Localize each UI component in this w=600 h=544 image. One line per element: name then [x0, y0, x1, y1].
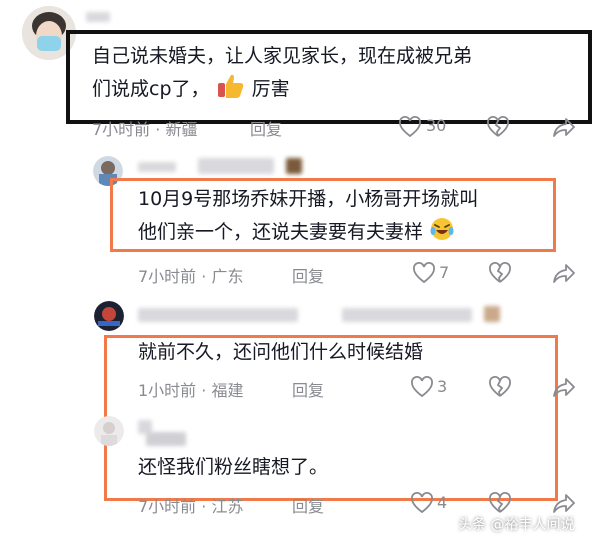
username-redacted [86, 12, 110, 22]
share-arrow-icon[interactable] [552, 116, 576, 142]
comment-text: 还怪我们粉丝瞎想了。 [138, 451, 328, 484]
comment-line-wrap: 他们亲一个，还说夫妻要有夫妻样 [138, 216, 478, 253]
comment-time: 7小时前 [138, 267, 197, 286]
comment-line-wrap: 们说成cp了， 厉害 [92, 73, 472, 110]
thumbs-up-icon [216, 73, 246, 110]
comment-location: 广东 [211, 267, 244, 286]
meta-separator: · [201, 267, 207, 286]
comment-meta: 7小时前 · 新疆 [92, 116, 197, 140]
reply-button[interactable]: 回复 [250, 116, 282, 140]
reply-button[interactable]: 回复 [292, 377, 324, 401]
comment-meta: 7小时前 · 广东 [138, 263, 243, 287]
comment-line: 还怪我们粉丝瞎想了。 [138, 456, 329, 478]
comment-location: 江苏 [211, 497, 244, 516]
comment-location: 新疆 [165, 120, 198, 139]
meta-separator: · [201, 497, 207, 516]
username-redacted [138, 162, 176, 172]
share-arrow-icon[interactable] [552, 376, 576, 402]
comment-suffix: 厉害 [251, 78, 290, 100]
avatar[interactable] [94, 416, 124, 446]
comment-line: 就前不久，还问他们什么时候结婚 [138, 341, 424, 363]
badge-redacted [484, 306, 500, 322]
comment-text: 10月9号那场乔妹开播，小杨哥开场就叫 他们亲一个，还说夫妻要有夫妻样 [138, 183, 478, 253]
comment-meta: 7小时前 · 江苏 [138, 493, 243, 517]
meta-separator: · [155, 120, 161, 139]
heart-icon[interactable] [410, 492, 434, 518]
comment-time: 7小时前 [138, 497, 197, 516]
comment-line: 自己说未婚夫，让人家见家长，现在成被兄弟 [92, 45, 473, 67]
comment-time: 7小时前 [92, 120, 151, 139]
username-redacted [146, 432, 186, 446]
meta-separator: · [201, 381, 207, 400]
broken-heart-icon[interactable] [486, 116, 510, 142]
reply-button[interactable]: 回复 [292, 263, 324, 287]
like-count: 3 [437, 377, 448, 396]
broken-heart-icon[interactable] [488, 262, 512, 288]
laughing-emoji-icon [429, 216, 455, 253]
heart-icon[interactable] [398, 116, 422, 142]
comment-text: 就前不久，还问他们什么时候结婚 [138, 336, 423, 369]
comment-line: 们说成cp了， [92, 78, 210, 100]
share-arrow-icon[interactable] [552, 262, 576, 288]
heart-icon[interactable] [412, 262, 436, 288]
watermark: 头条 @裕丰人间说 [458, 517, 575, 533]
like-count: 30 [426, 116, 447, 135]
badge-redacted [286, 158, 302, 174]
comment-meta: 1小时前 · 福建 [138, 377, 243, 401]
broken-heart-icon[interactable] [488, 376, 512, 402]
like-count: 7 [439, 263, 450, 282]
reply-button[interactable]: 回复 [292, 493, 324, 517]
like-count: 4 [437, 493, 448, 512]
username-redacted [198, 158, 274, 174]
username-redacted [342, 308, 472, 322]
comment-text: 自己说未婚夫，让人家见家长，现在成被兄弟 们说成cp了， 厉害 [92, 40, 472, 110]
avatar[interactable] [94, 301, 124, 331]
heart-icon[interactable] [410, 376, 434, 402]
username-redacted [138, 308, 298, 322]
comment-time: 1小时前 [138, 381, 197, 400]
comment-line: 他们亲一个，还说夫妻要有夫妻样 [138, 221, 424, 243]
comment-line: 10月9号那场乔妹开播，小杨哥开场就叫 [138, 188, 479, 210]
comment-location: 福建 [211, 381, 244, 400]
